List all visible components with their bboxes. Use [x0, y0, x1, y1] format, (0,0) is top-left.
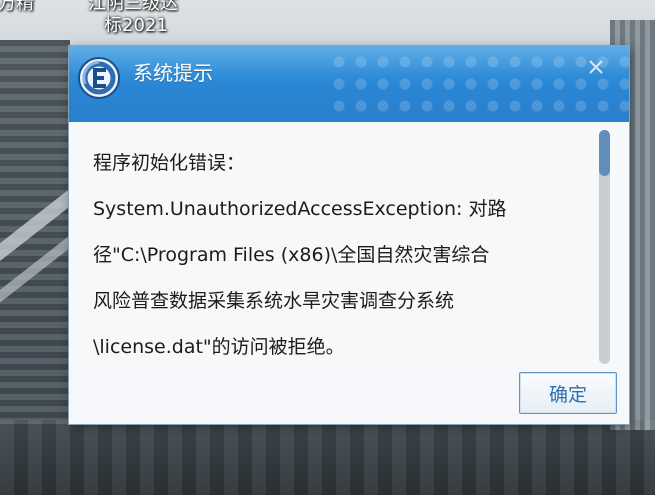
dialog-title: 系统提示 — [133, 61, 213, 85]
message-line: \license.dat"的访问被拒绝。 — [93, 336, 345, 358]
desktop-icon-label[interactable]: 万精 — [0, 0, 34, 14]
desktop-icon-label[interactable]: 标2021 — [104, 16, 168, 36]
dialog-content: 程序初始化错误： System.UnauthorizedAccessExcept… — [69, 122, 629, 424]
scrollbar-thumb[interactable] — [599, 130, 610, 176]
error-message: 程序初始化错误： System.UnauthorizedAccessExcept… — [93, 140, 593, 370]
message-line: 程序初始化错误： — [93, 152, 246, 174]
ok-button[interactable]: 确定 — [519, 372, 617, 414]
message-line: 径"C:\Program Files (x86)\全国自然灾害综合 — [93, 244, 490, 266]
message-scrollbar[interactable] — [595, 128, 613, 368]
message-line: 风险普查数据采集系统水旱灾害调查分系统 — [93, 290, 455, 312]
close-icon — [589, 60, 603, 74]
app-logo-icon — [78, 57, 120, 99]
dialog-titlebar[interactable]: 系统提示 — [69, 46, 629, 122]
system-alert-dialog: 系统提示 程序初始化错误： System.UnauthorizedAccessE… — [69, 46, 629, 424]
close-button[interactable] — [581, 52, 611, 82]
desktop-icon-label[interactable]: 江阴三级达 — [88, 0, 178, 14]
message-line: System.UnauthorizedAccessException: 对路 — [93, 198, 507, 220]
background-reflection — [0, 420, 655, 495]
